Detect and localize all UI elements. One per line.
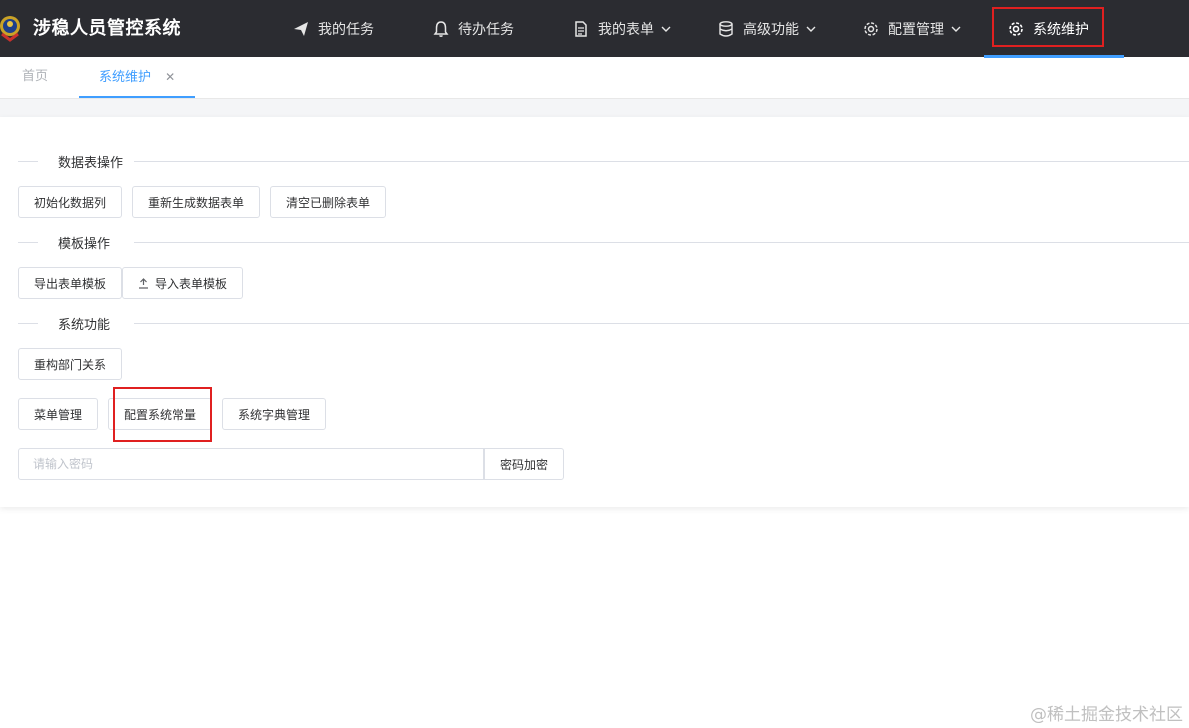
top-header: 涉稳人员管控系统 我的任务 待办任务 我的表单 高级功能 配置管理 系统维护 xyxy=(0,0,1189,58)
bell-icon xyxy=(433,20,449,37)
section-divider-template: 模板操作 xyxy=(18,233,1189,252)
config-system-constants-button[interactable]: 配置系统常量 xyxy=(108,398,212,430)
encrypt-password-button[interactable]: 密码加密 xyxy=(484,448,564,480)
section-title: 模板操作 xyxy=(58,233,111,252)
import-form-template-button[interactable]: 导入表单模板 xyxy=(122,267,243,299)
nav-label: 我的表单 xyxy=(598,21,654,38)
content-gap xyxy=(0,99,1189,117)
gear-icon xyxy=(1009,21,1023,36)
watermark: @稀土掘金技术社区 xyxy=(1030,705,1183,725)
chevron-down-icon xyxy=(951,26,961,32)
nav-my-tasks[interactable]: 我的任务 xyxy=(292,0,374,57)
nav-label: 系统维护 xyxy=(1033,21,1089,38)
export-form-template-button[interactable]: 导出表单模板 xyxy=(18,267,122,299)
document-icon xyxy=(575,20,587,37)
database-icon xyxy=(719,20,733,37)
app-title: 涉稳人员管控系统 xyxy=(33,18,181,39)
tab-home[interactable]: 首页 xyxy=(22,58,48,96)
menu-management-button[interactable]: 菜单管理 xyxy=(18,398,98,430)
chevron-down-icon xyxy=(806,26,816,32)
chevron-down-icon xyxy=(661,26,671,32)
regenerate-data-form-button[interactable]: 重新生成数据表单 xyxy=(132,186,260,218)
rebuild-dept-relations-button[interactable]: 重构部门关系 xyxy=(18,348,122,380)
upload-icon xyxy=(138,277,148,289)
clear-deleted-forms-button[interactable]: 清空已删除表单 xyxy=(270,186,386,218)
tab-label: 首页 xyxy=(22,69,49,84)
password-input[interactable] xyxy=(18,448,484,480)
close-icon[interactable]: ✕ xyxy=(165,70,175,84)
nav-advanced-functions[interactable]: 高级功能 xyxy=(717,0,817,57)
nav-my-forms[interactable]: 我的表单 xyxy=(572,0,672,57)
section-divider-data-table: 数据表操作 xyxy=(18,152,1189,171)
nav-label: 我的任务 xyxy=(318,21,374,38)
police-emblem-icon xyxy=(0,16,20,42)
gear-icon xyxy=(864,21,878,36)
init-data-columns-button[interactable]: 初始化数据列 xyxy=(18,186,122,218)
section-title: 系统功能 xyxy=(58,314,111,333)
system-dictionary-button[interactable]: 系统字典管理 xyxy=(222,398,326,430)
page-tabs: 首页 系统维护 ✕ xyxy=(0,58,1189,99)
nav-label: 高级功能 xyxy=(743,21,799,38)
button-label: 导入表单模板 xyxy=(154,276,227,291)
section-title: 数据表操作 xyxy=(58,152,124,171)
nav-system-maintenance[interactable]: 系统维护 xyxy=(1007,0,1089,57)
nav-label: 待办任务 xyxy=(458,21,514,38)
nav-config-management[interactable]: 配置管理 xyxy=(862,0,962,57)
send-icon xyxy=(294,21,308,36)
nav-label: 配置管理 xyxy=(888,21,944,38)
tab-label: 系统维护 xyxy=(99,70,152,85)
tab-system-maintenance[interactable]: 系统维护 ✕ xyxy=(79,58,196,98)
section-divider-system: 系统功能 xyxy=(18,314,1189,333)
nav-todo-tasks[interactable]: 待办任务 xyxy=(432,0,514,57)
